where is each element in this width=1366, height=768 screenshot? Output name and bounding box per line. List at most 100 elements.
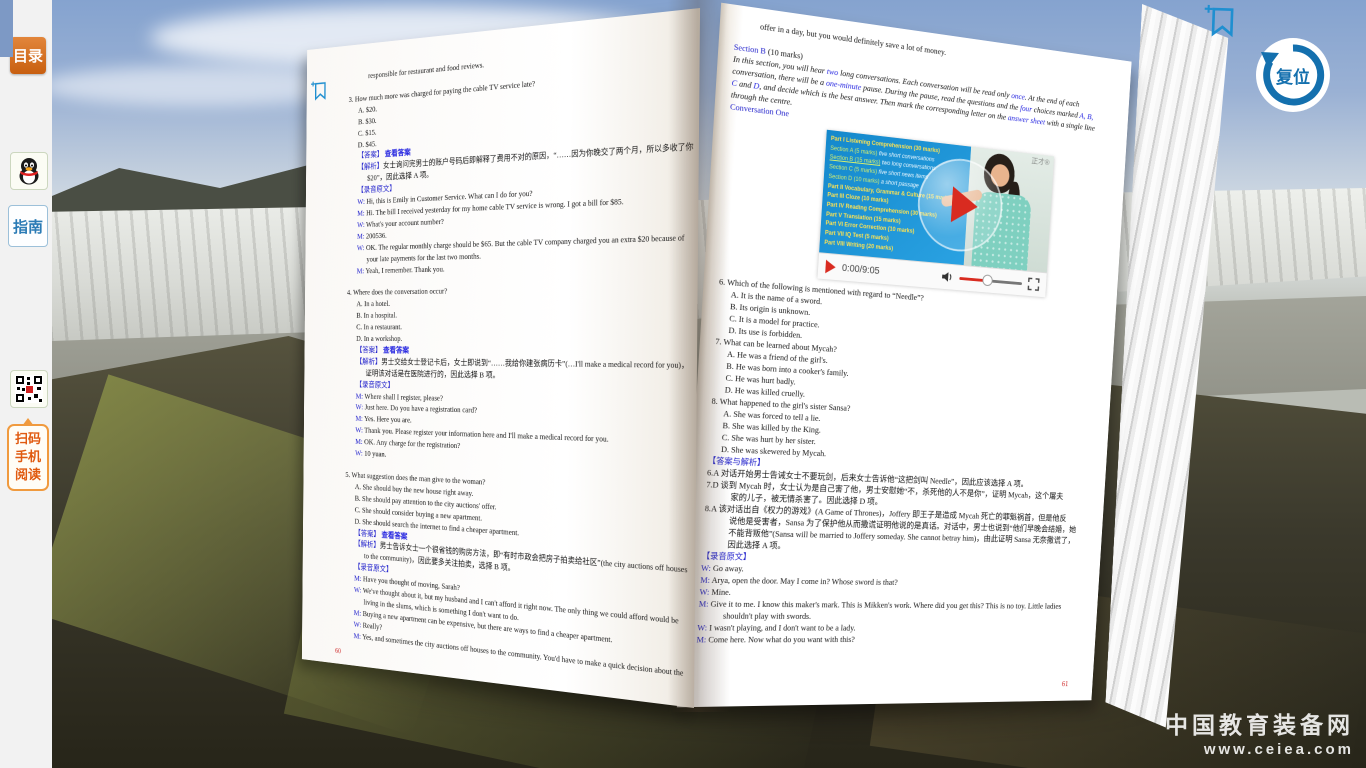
view-answer-link[interactable]: 查看答案 <box>385 148 411 159</box>
ebook-reader-screen: offer in a day, but you would definitely… <box>0 0 1366 768</box>
text-segment: 【录音原文】 <box>357 184 395 195</box>
text-segment: once <box>1011 90 1025 101</box>
text-segment: W: <box>356 402 365 411</box>
text-segment: M: <box>357 208 366 217</box>
view-answer-link[interactable]: 查看答案 <box>381 530 407 541</box>
video-frame[interactable]: Part I Listening Comprehension (30 marks… <box>819 130 1054 273</box>
watermark-url: www.ceiea.com <box>1165 740 1354 760</box>
text-segment: shouldn't play with swords. <box>723 611 812 621</box>
text-line: B. In a hospital. <box>347 307 673 321</box>
text-segment: I wasn't playing, and I don't want to be… <box>709 623 856 633</box>
text-segment: B. $30. <box>358 116 377 126</box>
view-answer-link[interactable]: 查看答案 <box>383 345 409 354</box>
corner-tab <box>0 0 13 57</box>
text-segment: Mine. <box>711 587 731 597</box>
text-segment: W: <box>357 220 366 229</box>
sidebar: 目录 指南 <box>0 0 52 768</box>
text-segment: Where shall I register, please? <box>364 391 442 402</box>
text-segment: C. In a restaurant. <box>356 322 402 331</box>
text-segment: A, B, <box>1079 111 1093 122</box>
video-watermark-logo: 正才® <box>1031 156 1050 168</box>
text-segment: What's your account number? <box>366 216 444 228</box>
scan-label-line: 手机 <box>9 448 47 466</box>
book-page-right[interactable]: offer in a day, but you would definitely… <box>677 3 1132 708</box>
text-line: W: I wasn't playing, and I don't want to… <box>697 622 1087 634</box>
fullscreen-icon[interactable] <box>1027 277 1039 291</box>
left-page-content: responsible for restaurant and food revi… <box>302 8 700 708</box>
site-watermark: 中国教育装备网 www.ceiea.com <box>1165 712 1354 760</box>
text-segment: 【录音原文】 <box>356 380 394 390</box>
play-icon <box>951 186 979 224</box>
text-segment: W: <box>357 197 366 206</box>
video-time-display: 0:00/9:05 <box>842 263 880 277</box>
volume-slider[interactable] <box>959 277 1022 285</box>
text-segment: M: <box>355 414 364 423</box>
text-segment: Come here. Now what do you want with thi… <box>708 634 855 644</box>
right-page-text-bottom: 6. Which of the following is mentioned w… <box>696 275 1106 645</box>
scan-label-line: 扫码 <box>9 430 47 448</box>
text-segment: Really? <box>363 620 383 631</box>
text-segment: 10 yuan. <box>364 449 386 459</box>
text-segment: W: <box>355 448 364 457</box>
text-segment: M: <box>356 391 365 400</box>
text-segment: M: <box>354 573 363 583</box>
text-line: C. In a restaurant. <box>347 320 673 333</box>
qq-contact-button[interactable] <box>10 152 48 190</box>
text-line: M: Come here. Now what do you want with … <box>696 633 1086 645</box>
text-segment: M: <box>700 575 712 585</box>
text-segment: C. $15. <box>358 127 377 137</box>
reset-view-button[interactable]: 复位 <box>1255 37 1331 113</box>
text-segment: four <box>1020 103 1033 114</box>
text-segment: 【解析】 <box>354 539 379 550</box>
text-segment: Give it to me. I know this maker's mark.… <box>710 599 1061 611</box>
text-segment: 【答案】 <box>356 345 383 354</box>
guide-button[interactable]: 指南 <box>8 205 48 247</box>
qr-code <box>10 370 48 408</box>
left-page-text: responsible for restaurant and food revi… <box>344 40 676 677</box>
text-segment: W: <box>354 619 363 629</box>
text-segment: 【答案】 <box>354 528 381 539</box>
page-number-left: 60 <box>335 646 341 655</box>
text-segment: 因此选择 A 项。 <box>727 539 786 550</box>
text-segment: 【解析】 <box>358 161 383 171</box>
text-segment: your late payments for the last two mont… <box>366 251 481 263</box>
text-segment: 【解析】 <box>356 357 381 366</box>
book-page-left[interactable]: responsible for restaurant and food revi… <box>302 8 700 708</box>
text-segment: D. $45. <box>358 139 377 149</box>
text-segment: W: <box>357 243 366 252</box>
text-segment: W: <box>354 585 363 595</box>
text-segment: D. In a workshop. <box>356 334 402 343</box>
text-segment: M: <box>357 266 366 275</box>
right-page-content: offer in a day, but you would definitely… <box>677 3 1132 708</box>
watermark-title: 中国教育装备网 <box>1165 712 1354 740</box>
text-segment: 200536. <box>366 230 387 240</box>
text-segment: W: <box>355 425 364 434</box>
text-segment: 4. Where does the conversation occur? <box>347 286 447 296</box>
text-segment: M: <box>355 437 364 446</box>
video-player[interactable]: Part I Listening Comprehension (30 marks… <box>818 130 1055 297</box>
qq-penguin-icon <box>17 157 41 185</box>
text-segment: B. In a hospital. <box>356 311 397 320</box>
text-segment: M: <box>354 631 363 641</box>
text-segment: Go away. <box>713 563 744 573</box>
text-segment: 【录音原文】 <box>702 551 752 562</box>
text-line: shouldn't play with swords. <box>698 610 1088 623</box>
text-segment: M: <box>696 634 708 644</box>
scan-label-line: 阅读 <box>9 466 47 484</box>
text-segment: 【答案】 <box>358 150 385 161</box>
scan-to-read-label: 扫码 手机 阅读 <box>7 424 49 491</box>
text-segment: M: <box>357 231 366 240</box>
text-segment: $20”，因此选择 A 项。 <box>367 170 433 183</box>
add-bookmark-icon[interactable] <box>1203 3 1236 38</box>
text-segment: Yeah, I remember. Thank you. <box>365 264 444 275</box>
control-bar-spacer <box>886 272 936 276</box>
volume-slider-knob[interactable] <box>982 274 993 286</box>
text-segment: and <box>737 78 754 90</box>
text-segment: A. In a hotel. <box>356 299 389 308</box>
volume-icon[interactable] <box>942 271 954 283</box>
text-segment: A. $20. <box>358 104 377 114</box>
video-play-button[interactable] <box>825 260 836 274</box>
text-segment: 证明该对话是在医院进行的，因此选择 B 项。 <box>365 368 499 379</box>
toc-button[interactable]: 目录 <box>10 37 46 74</box>
text-segment: Yes. Here you are. <box>364 414 412 425</box>
